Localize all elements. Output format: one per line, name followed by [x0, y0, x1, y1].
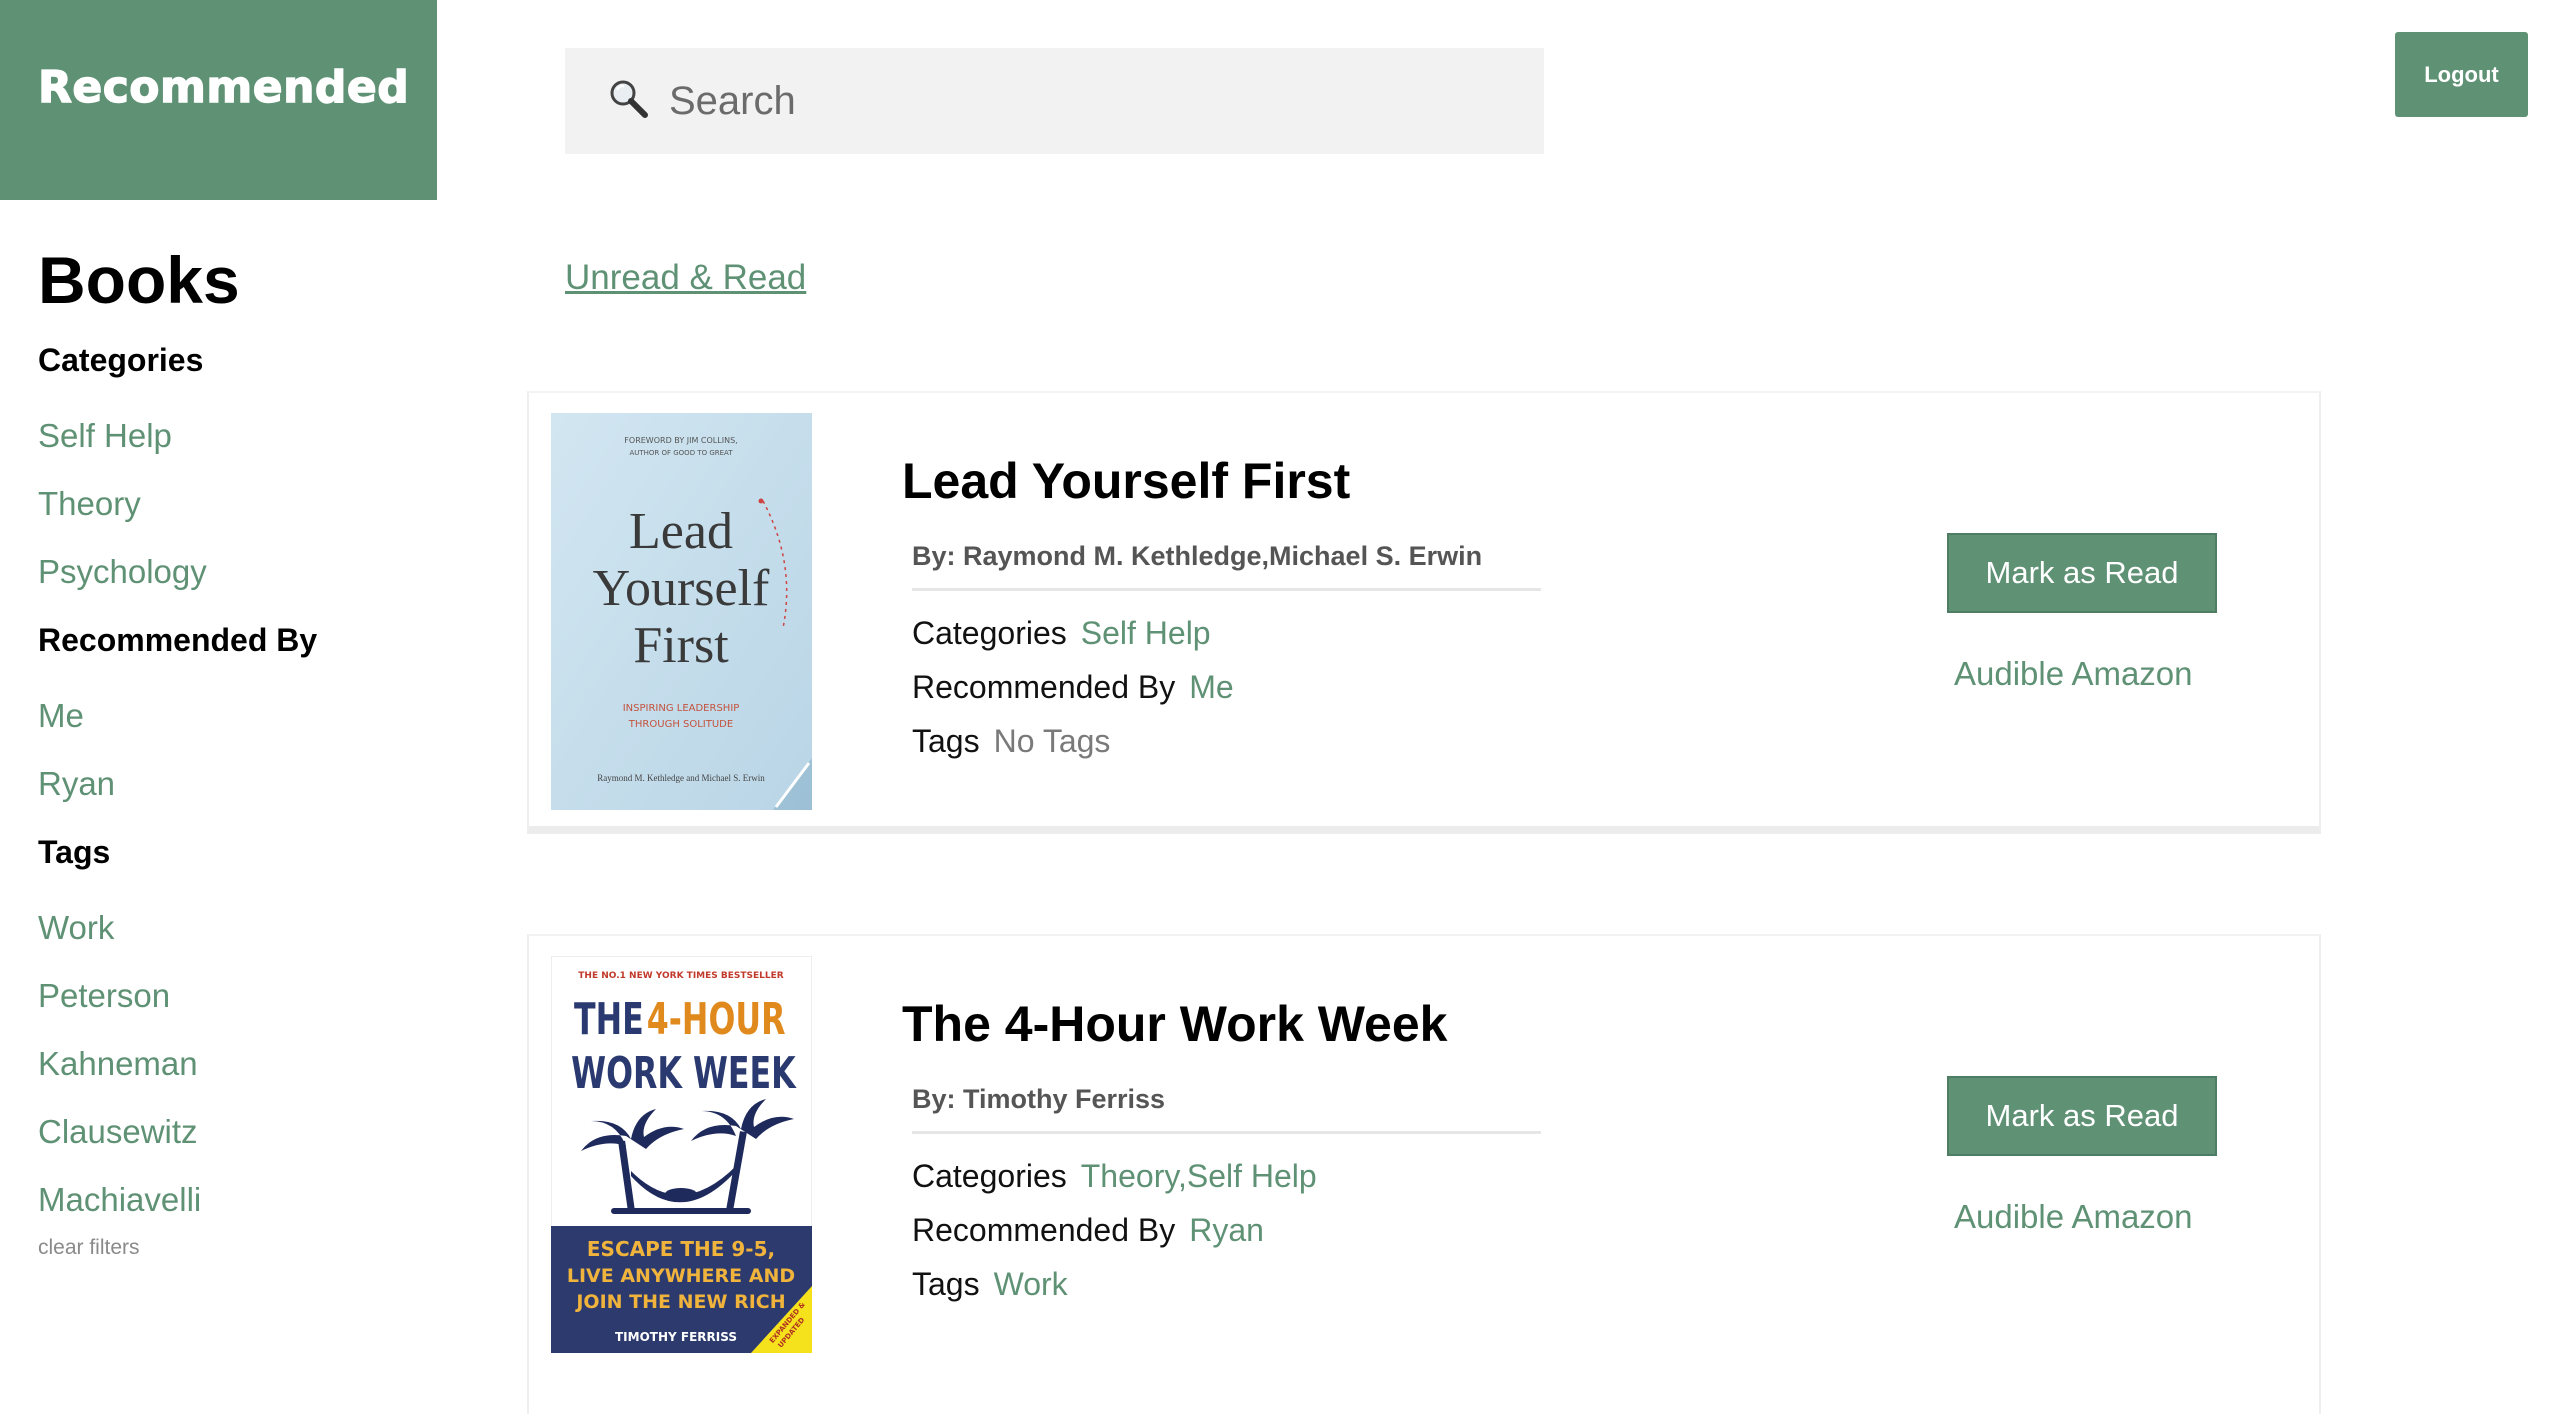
recommended-filter-list: Me Ryan — [38, 682, 418, 818]
mark-as-read-button[interactable]: Mark as Read — [1947, 1076, 2217, 1156]
brand-title: Recommended — [37, 61, 410, 113]
sidebar: Books Categories Self Help Theory Psycho… — [38, 240, 418, 1260]
tags-label: Tags — [912, 1266, 980, 1302]
filter-tag-peterson[interactable]: Peterson — [38, 962, 418, 1030]
cover-bestseller-text: THE NO.1 NEW YORK TIMES BESTSELLER — [578, 971, 783, 981]
book-store-links: Audible Amazon — [1954, 1198, 2193, 1236]
amazon-link[interactable]: Amazon — [2071, 655, 2192, 692]
tags-label: Tags — [912, 723, 980, 759]
cover-foreword-sub: AUTHOR OF GOOD TO GREAT — [629, 449, 733, 457]
cover-title-line-3: First — [633, 617, 729, 674]
book-tags-value[interactable]: Work — [994, 1266, 1068, 1302]
tags-heading: Tags — [38, 834, 111, 870]
book-store-links: Audible Amazon — [1954, 655, 2193, 693]
categories-label: Categories — [912, 1158, 1067, 1194]
book-recommended-row: Recommended By Me — [912, 669, 1234, 706]
cover-tagline-2: LIVE ANYWHERE AND — [567, 1265, 795, 1287]
book-authors: By: Timothy Ferriss — [912, 1084, 1541, 1134]
book-recommended-value[interactable]: Ryan — [1189, 1212, 1264, 1248]
sidebar-title: Books — [38, 243, 240, 317]
cover-title-line-1: Lead — [629, 503, 733, 560]
amazon-link[interactable]: Amazon — [2071, 1198, 2192, 1235]
cover-tagline-3: JOIN THE NEW RICH — [574, 1291, 785, 1313]
filter-tag-kahneman[interactable]: Kahneman — [38, 1030, 418, 1098]
book-recommended-value[interactable]: Me — [1189, 669, 1233, 705]
cover-title-workweek: WORK WEEK — [571, 1048, 797, 1100]
recommended-by-heading: Recommended By — [38, 622, 318, 658]
book-tags-row: Tags No Tags — [912, 723, 1110, 760]
book-categories-row: Categories Self Help — [912, 615, 1211, 652]
audible-link[interactable]: Audible — [1954, 655, 2064, 692]
filter-recommended-ryan[interactable]: Ryan — [38, 750, 418, 818]
recommended-by-label: Recommended By — [912, 1212, 1176, 1248]
cover-subtitle-line-2: THROUGH SOLITUDE — [628, 719, 733, 730]
book-card: THE NO.1 NEW YORK TIMES BESTSELLER THE 4… — [527, 934, 2321, 1414]
book-card: FOREWORD BY JIM COLLINS, AUTHOR OF GOOD … — [527, 391, 2321, 834]
search-input[interactable] — [667, 70, 1491, 132]
book-categories-value[interactable]: Self Help — [1081, 615, 1211, 651]
recommended-by-label: Recommended By — [912, 669, 1176, 705]
categories-label: Categories — [912, 615, 1067, 651]
categories-filter-list: Self Help Theory Psychology — [38, 402, 418, 606]
cover-title-line-2: Yourself — [593, 560, 770, 617]
logout-button[interactable]: Logout — [2395, 32, 2528, 117]
book-authors: By: Raymond M. Kethledge,Michael S. Erwi… — [912, 541, 1541, 591]
clear-filters-link[interactable]: clear filters — [38, 1236, 418, 1260]
book-cover-image: FOREWORD BY JIM COLLINS, AUTHOR OF GOOD … — [551, 413, 812, 810]
search-bar[interactable] — [565, 48, 1544, 154]
cover-author: TIMOTHY FERRISS — [615, 1330, 737, 1344]
book-recommended-row: Recommended By Ryan — [912, 1212, 1264, 1249]
book-tags-row: Tags Work — [912, 1266, 1068, 1303]
filter-tag-clausewitz[interactable]: Clausewitz — [38, 1098, 418, 1166]
tags-filter-list: Work Peterson Kahneman Clausewitz Machia… — [38, 894, 418, 1234]
cover-foreword-text: FOREWORD BY JIM COLLINS, — [624, 436, 737, 445]
filter-category-theory[interactable]: Theory — [38, 470, 418, 538]
cover-title-4hour: 4-HOUR — [647, 994, 786, 1046]
mark-as-read-button[interactable]: Mark as Read — [1947, 533, 2217, 613]
filter-tag-work[interactable]: Work — [38, 894, 418, 962]
book-tags-value: No Tags — [993, 723, 1111, 759]
cover-subtitle-line-1: INSPIRING LEADERSHIP — [623, 703, 740, 714]
cover-tagline-1: ESCAPE THE 9-5, — [587, 1237, 775, 1261]
filter-category-self-help[interactable]: Self Help — [38, 402, 418, 470]
audible-link[interactable]: Audible — [1954, 1198, 2064, 1235]
book-categories-row: Categories Theory,Self Help — [912, 1158, 1317, 1195]
cover-title-the: THE — [574, 994, 644, 1046]
brand-header: Recommended — [0, 0, 437, 200]
book-title: Lead Yourself First — [902, 453, 1351, 509]
filter-category-psychology[interactable]: Psychology — [38, 538, 418, 606]
filter-tag-machiavelli[interactable]: Machiavelli — [38, 1166, 418, 1234]
categories-heading: Categories — [38, 342, 204, 378]
book-cover-image: THE NO.1 NEW YORK TIMES BESTSELLER THE 4… — [551, 956, 812, 1353]
book-categories-value[interactable]: Theory,Self Help — [1081, 1158, 1317, 1194]
filter-recommended-me[interactable]: Me — [38, 682, 418, 750]
search-icon — [610, 80, 648, 118]
book-title: The 4-Hour Work Week — [902, 996, 1448, 1052]
read-status-filter-link[interactable]: Unread & Read — [565, 258, 806, 298]
cover-authors: Raymond M. Kethledge and Michael S. Erwi… — [597, 773, 765, 783]
